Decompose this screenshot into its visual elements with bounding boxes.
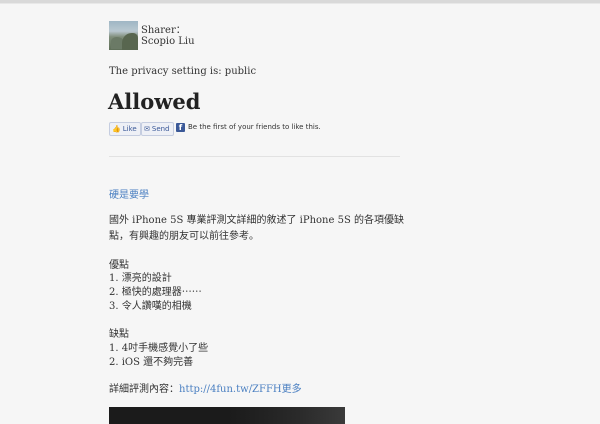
detail-label: 詳細評測內容： [109, 384, 179, 395]
facebook-like-button[interactable]: 👍 Like [109, 122, 141, 136]
post-tag-link[interactable]: 硬是要學 [109, 186, 149, 201]
pros-item: 1. 漂亮的設計 [109, 273, 172, 284]
post-intro-line: 點，有興趣的朋友可以前往參考。 [109, 231, 259, 242]
sharer-avatar[interactable] [109, 21, 138, 50]
cons-item: 2. iOS 還不夠完善 [109, 357, 194, 368]
cons-item: 1. 4吋手機感覺小了些 [109, 343, 209, 354]
sharer-name[interactable]: Scopio Liu [141, 36, 195, 47]
detail-line: 詳細評測內容：http://4fun.tw/ZFFH更多 [109, 380, 302, 395]
detail-link[interactable]: http://4fun.tw/ZFFH更多 [179, 384, 302, 395]
pros-item: 3. 令人讚嘆的相機 [109, 301, 192, 312]
page-title: Allowed [108, 89, 201, 114]
facebook-send-button[interactable]: ✉ Send [141, 122, 174, 136]
avatar-rock-shape [122, 33, 138, 50]
video-thumbnail[interactable] [109, 407, 345, 424]
post-intro-line: 國外 iPhone 5S 專業評測文詳細的敘述了 iPhone 5S 的各項優缺 [109, 215, 404, 226]
thumbs-up-icon: 👍 [112, 125, 121, 133]
cons-title: 缺點 [109, 329, 129, 340]
video-highlight [229, 407, 345, 424]
privacy-setting: The privacy setting is: public [109, 66, 257, 77]
send-label: Send [151, 125, 170, 133]
facebook-social-text: Be the first of your friends to like thi… [188, 123, 321, 131]
top-bar [0, 0, 600, 4]
divider [109, 156, 400, 157]
like-label: Like [122, 125, 137, 133]
facebook-logo-icon: f [176, 123, 185, 132]
pros-item: 2. 極快的處理器⋯⋯ [109, 287, 202, 298]
sharer-label: Sharer： [141, 25, 186, 36]
envelope-icon: ✉ [144, 125, 150, 133]
